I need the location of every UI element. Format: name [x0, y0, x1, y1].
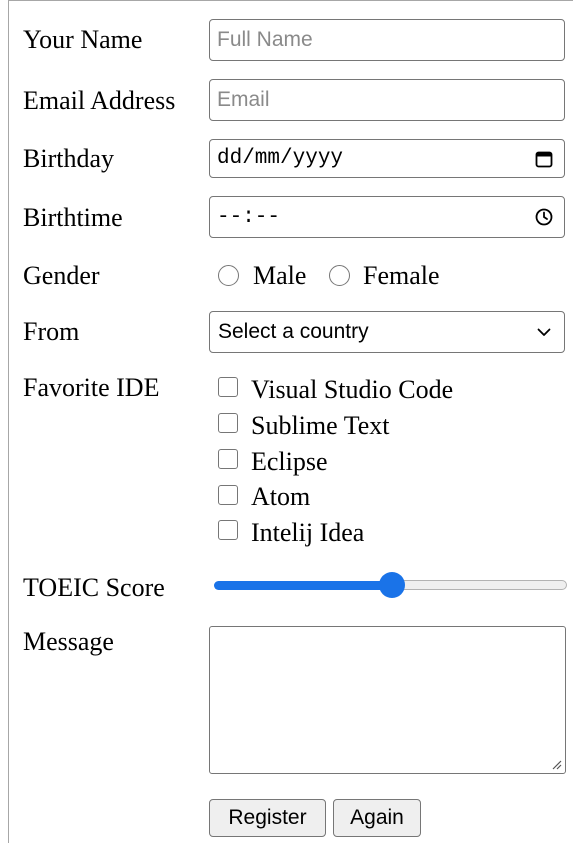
- country-select[interactable]: Select a country: [209, 311, 565, 353]
- email-label: Email Address: [23, 86, 176, 115]
- ide-option-vscode: Visual Studio Code: [251, 375, 454, 404]
- calendar-icon[interactable]: [534, 149, 554, 169]
- birthday-label: Birthday: [23, 144, 114, 173]
- favorite-ide-label: Favorite IDE: [23, 373, 160, 402]
- chevron-down-icon: [534, 322, 554, 342]
- toeic-slider-track[interactable]: [392, 580, 567, 590]
- birthtime-label: Birthtime: [23, 203, 123, 232]
- register-button[interactable]: Register: [209, 799, 326, 837]
- name-placeholder: Full Name: [217, 28, 313, 51]
- email-placeholder: Email: [217, 88, 270, 111]
- birthday-value: dd/mm/yyyy: [217, 147, 344, 170]
- toeic-label: TOEIC Score: [23, 573, 165, 602]
- resize-grip-icon[interactable]: [550, 758, 562, 770]
- ide-option-eclipse: Eclipse: [251, 447, 328, 476]
- gender-option-female: Female: [363, 261, 440, 290]
- ide-checkbox-vscode[interactable]: [218, 377, 238, 397]
- toeic-slider-thumb[interactable]: [379, 572, 405, 598]
- ide-option-sublime: Sublime Text: [251, 411, 390, 440]
- ide-checkbox-intelij[interactable]: [218, 520, 238, 540]
- name-input[interactable]: Full Name: [209, 19, 565, 61]
- again-button[interactable]: Again: [333, 799, 421, 837]
- from-label: From: [23, 317, 80, 346]
- ide-option-atom: Atom: [251, 482, 311, 511]
- message-label: Message: [23, 627, 114, 656]
- ide-option-intelij: Intelij Idea: [251, 518, 365, 547]
- country-select-value: Select a country: [218, 320, 369, 343]
- ide-checkbox-atom[interactable]: [218, 485, 238, 505]
- gender-radio-female[interactable]: [329, 265, 350, 286]
- message-textarea[interactable]: [209, 626, 566, 774]
- clock-icon[interactable]: [534, 207, 554, 227]
- ide-checkbox-eclipse[interactable]: [218, 449, 238, 469]
- birthday-input[interactable]: dd/mm/yyyy: [209, 139, 565, 178]
- birthtime-value: --:--: [217, 205, 281, 229]
- gender-radio-male[interactable]: [218, 265, 239, 286]
- name-label: Your Name: [23, 25, 143, 54]
- birthtime-input[interactable]: --:--: [209, 196, 565, 238]
- toeic-slider-fill[interactable]: [214, 581, 392, 590]
- frame-top-border: [8, 0, 573, 1]
- ide-checkbox-sublime[interactable]: [218, 413, 238, 433]
- gender-option-male: Male: [253, 261, 307, 290]
- gender-label: Gender: [23, 261, 100, 290]
- frame-left-border: [8, 0, 9, 843]
- email-input[interactable]: Email: [209, 79, 565, 121]
